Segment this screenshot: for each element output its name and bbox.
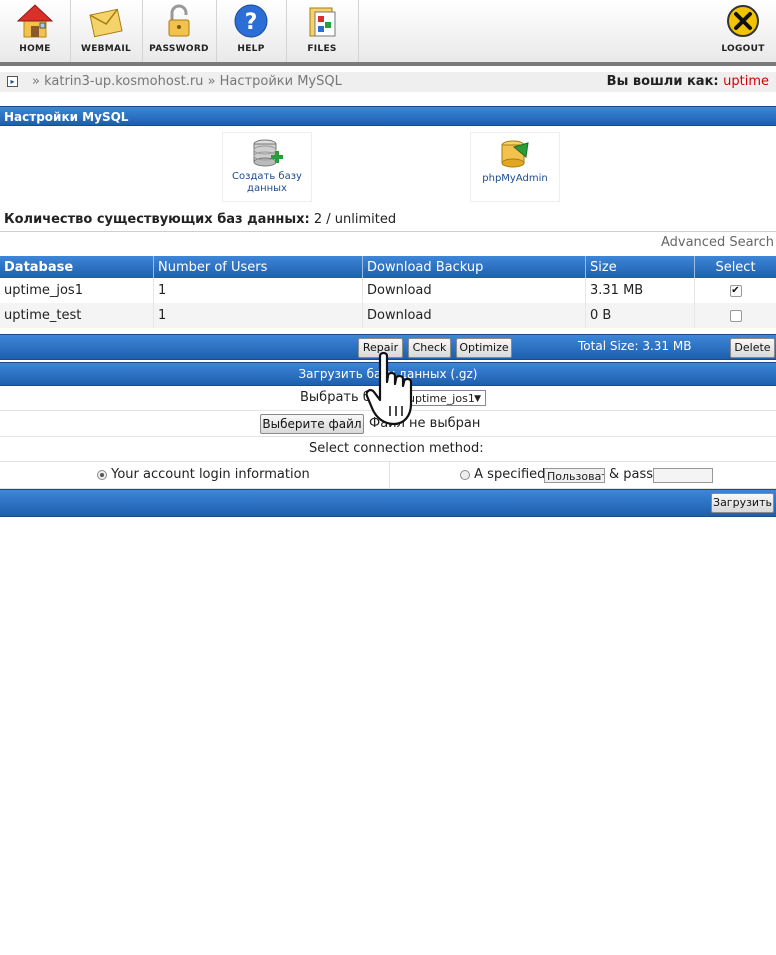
phpmyadmin-link[interactable]: phpMyAdmin: [470, 132, 560, 202]
database-count-value: 2 / unlimited: [313, 212, 397, 227]
expand-icon[interactable]: ▸: [7, 76, 18, 87]
top-toolbar: HOME WEBMAIL PASSWORD ? HELP FILES LOGOU…: [0, 0, 776, 63]
advanced-search-link[interactable]: Advanced Search: [661, 235, 774, 250]
upload-button[interactable]: Загрузить: [711, 493, 774, 513]
toolbar-help-button[interactable]: ? HELP: [216, 0, 287, 62]
toolbar-files-button[interactable]: FILES: [286, 0, 359, 62]
table-row: uptime_test 1 Download 0 B: [0, 303, 776, 328]
column-header-size[interactable]: Size: [585, 256, 695, 278]
section-title: Настройки MySQL: [0, 106, 776, 126]
svg-text:?: ?: [245, 10, 258, 35]
toolbar-files-label: FILES: [307, 44, 337, 54]
database-count-label: Количество существующих баз данных:: [4, 212, 310, 227]
toolbar-webmail-label: WEBMAIL: [80, 44, 132, 54]
column-header-download[interactable]: Download Backup: [362, 256, 586, 278]
toolbar-home-label: HOME: [19, 44, 51, 54]
column-header-select: Select: [694, 256, 776, 278]
breadcrumb-trail: » katrin3-up.kosmohost.ru » Настройки My…: [32, 74, 342, 89]
logout-icon: [727, 5, 759, 37]
breadcrumb: ▸ » katrin3-up.kosmohost.ru » Настройки …: [0, 72, 776, 93]
home-icon: [16, 4, 54, 38]
option-divider: [389, 462, 390, 488]
chevron-down-icon: ▼: [474, 394, 481, 404]
database-size: 0 B: [585, 303, 695, 328]
user-count: 1: [153, 278, 363, 303]
toolbar-password-button[interactable]: PASSWORD: [142, 0, 217, 62]
column-header-database[interactable]: Database: [0, 256, 154, 278]
phpmyadmin-icon: [501, 140, 529, 168]
connection-options-row: Your account login information A specifi…: [0, 462, 776, 489]
shortcut-panel: Создать базу данных phpMyAdmin: [0, 128, 776, 210]
toolbar-logout-button[interactable]: LOGOUT: [710, 0, 776, 62]
lock-icon: [168, 4, 190, 37]
total-size: Total Size: 3.31 MB: [578, 339, 692, 353]
hand-cursor-icon: [366, 352, 413, 426]
create-database-label: Создать базу данных: [232, 171, 302, 194]
upload-action-bar: Загрузить: [0, 489, 776, 517]
user-count: 1: [153, 303, 363, 328]
table-row: uptime_jos1 1 Download 3.31 MB ✔: [0, 278, 776, 303]
toolbar-help-label: HELP: [237, 44, 265, 54]
database-count: Количество существующих баз данных: 2 / …: [4, 212, 396, 227]
toolbar-divider: [0, 62, 776, 66]
table-header-row: Database Number of Users Download Backup…: [0, 256, 776, 278]
download-link[interactable]: Download: [362, 303, 586, 328]
files-icon: [309, 7, 336, 37]
select-checkbox[interactable]: ✔: [729, 284, 742, 297]
select-checkbox[interactable]: [729, 309, 742, 322]
specified-login-option[interactable]: A specified: [460, 467, 545, 482]
login-info: Вы вошли как: uptime: [607, 74, 769, 89]
optimize-button[interactable]: Optimize: [456, 338, 512, 358]
select-cell: [694, 303, 776, 328]
specified-login-radio[interactable]: [460, 469, 470, 480]
toolbar-logout-label: LOGOUT: [721, 44, 765, 54]
choose-file-button[interactable]: Выберите файл: [260, 414, 364, 434]
connection-method-row: Select connection method:: [0, 437, 776, 462]
database-name: uptime_test: [0, 303, 154, 328]
column-header-users[interactable]: Number of Users: [153, 256, 363, 278]
phpmyadmin-label: phpMyAdmin: [482, 173, 548, 184]
pass-label: & pass: [609, 467, 654, 482]
breadcrumb-host-link[interactable]: » katrin3-up.kosmohost.ru: [32, 74, 203, 89]
specified-login-label: A specified: [474, 467, 546, 482]
database-table: Database Number of Users Download Backup…: [0, 256, 776, 328]
login-label: Вы вошли как:: [606, 74, 719, 89]
help-icon: ?: [234, 4, 268, 38]
divider: [0, 231, 776, 232]
password-field[interactable]: [653, 468, 713, 483]
download-link[interactable]: Download: [362, 278, 586, 303]
database-name: uptime_jos1: [0, 278, 154, 303]
account-login-label: Your account login information: [111, 467, 310, 482]
webmail-icon: [89, 8, 123, 38]
database-add-icon: [253, 139, 283, 167]
select-cell: ✔: [694, 278, 776, 303]
login-username: uptime: [723, 74, 769, 89]
account-login-radio[interactable]: [97, 469, 107, 480]
toolbar-password-label: PASSWORD: [149, 44, 209, 54]
connection-method-label: Select connection method:: [309, 441, 484, 456]
database-size: 3.31 MB: [585, 278, 695, 303]
create-database-link[interactable]: Создать базу данных: [222, 132, 312, 202]
delete-button[interactable]: Delete: [730, 338, 775, 358]
toolbar-webmail-button[interactable]: WEBMAIL: [70, 0, 143, 62]
username-field[interactable]: Пользователь: [544, 468, 605, 483]
breadcrumb-current: » Настройки MySQL: [207, 74, 342, 89]
toolbar-home-button[interactable]: HOME: [0, 0, 71, 62]
account-login-option[interactable]: Your account login information: [97, 467, 310, 482]
